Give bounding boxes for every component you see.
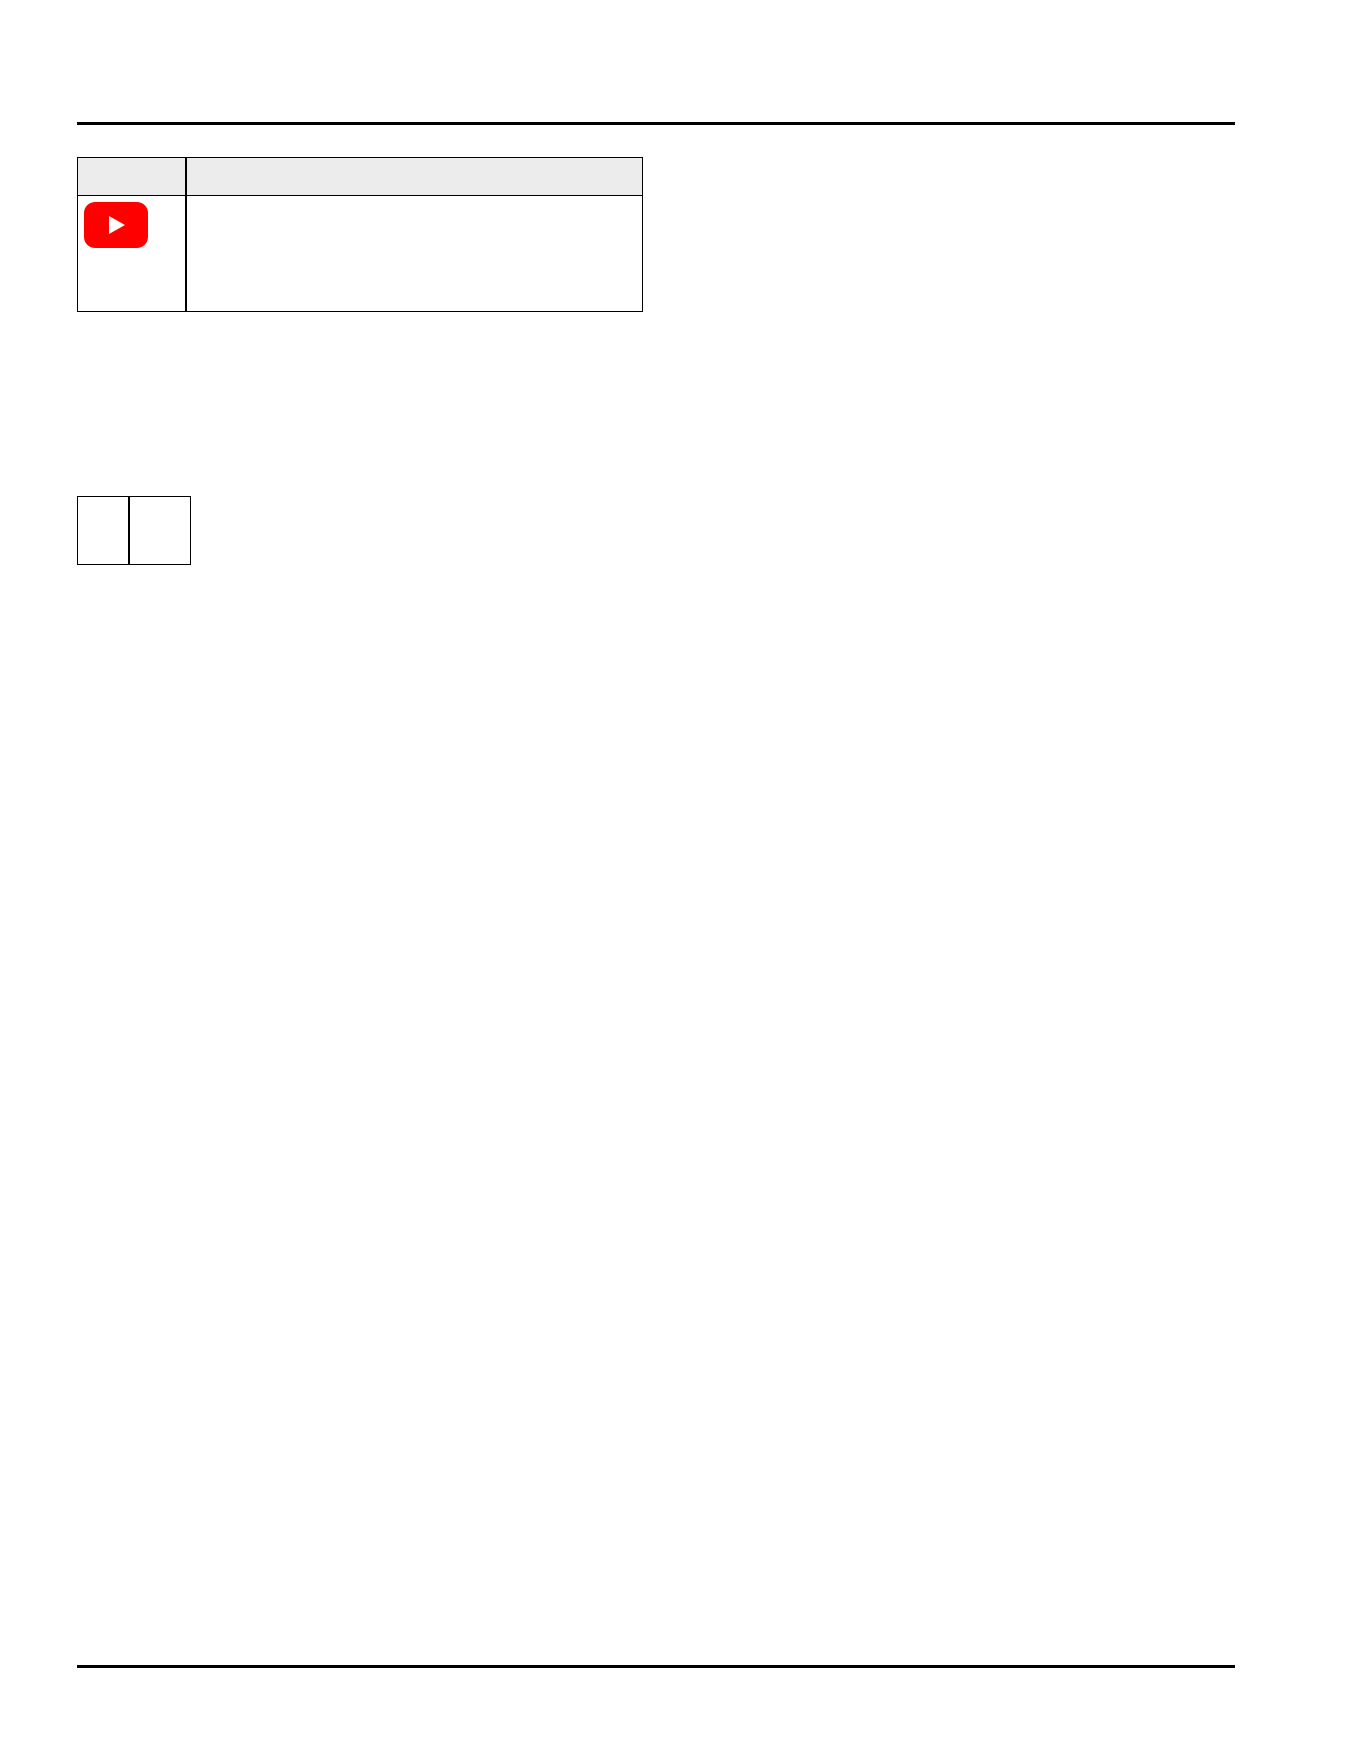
small-table: [77, 496, 191, 565]
footer-rule: [77, 1665, 1235, 1668]
column-divider: [185, 158, 187, 311]
media-table-header-cell-2: [186, 158, 644, 196]
media-table-header-cell-1: [78, 158, 185, 196]
media-table: [77, 157, 643, 312]
header-rule: [77, 122, 1235, 125]
small-table-cell-1: [78, 497, 128, 564]
youtube-play-icon[interactable]: [84, 202, 148, 248]
small-table-cell-2: [130, 497, 190, 564]
media-table-header: [78, 158, 642, 196]
